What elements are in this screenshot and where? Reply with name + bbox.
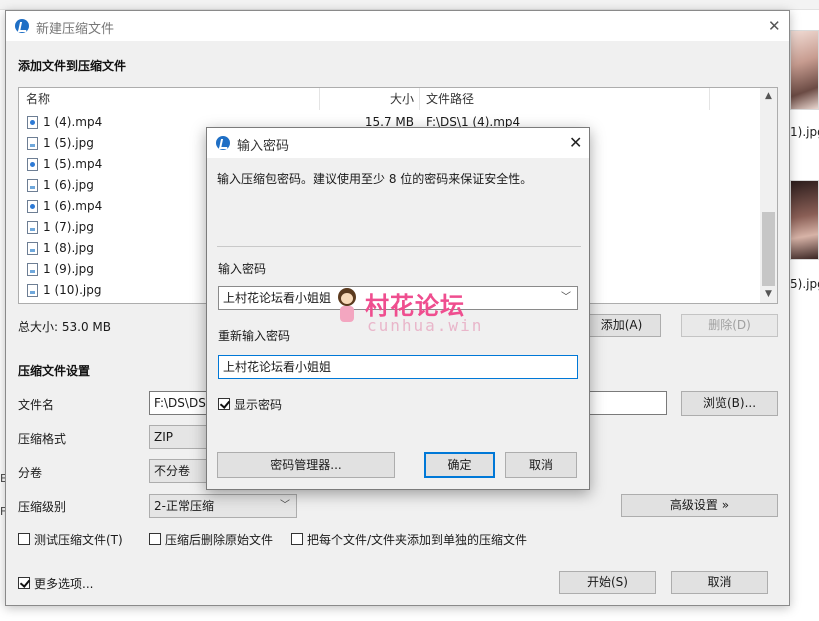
image-file-icon	[27, 137, 38, 150]
ok-button[interactable]: 确定	[424, 452, 495, 478]
start-button[interactable]: 开始(S)	[559, 571, 656, 594]
watermark-logo: 村花论坛 cunhua.win	[333, 284, 493, 338]
delete-after-label[interactable]: 压缩后删除原始文件	[165, 531, 273, 548]
image-file-icon	[27, 284, 38, 297]
separate-archives-checkbox[interactable]	[291, 533, 303, 545]
separate-archives-label[interactable]: 把每个文件/文件夹添加到单独的压缩文件	[307, 531, 527, 548]
file-name: 1 (5).jpg	[43, 136, 94, 150]
total-size: 总大小: 53.0 MB	[18, 320, 111, 334]
video-file-icon	[27, 200, 38, 213]
thumbnail-label: 5).jpg	[790, 277, 819, 291]
level-label: 压缩级别	[18, 500, 67, 514]
file-name: 1 (4).mp4	[43, 115, 103, 129]
reenter-password-label: 重新输入密码	[218, 329, 291, 343]
format-label: 压缩格式	[18, 432, 67, 446]
filename-label: 文件名	[18, 398, 55, 412]
close-icon[interactable]: ✕	[569, 135, 582, 151]
test-archive-label[interactable]: 测试压缩文件(T)	[34, 531, 123, 548]
image-file-icon	[27, 179, 38, 192]
watermark-url: cunhua.win	[367, 316, 484, 335]
column-header-name[interactable]: 名称	[26, 88, 50, 110]
password-label: 输入密码	[218, 262, 267, 276]
image-file-icon	[27, 221, 38, 234]
app-logo-icon	[15, 19, 29, 33]
photo-thumbnail[interactable]	[790, 30, 819, 110]
reenter-password-value: 上村花论坛看小姐姐	[223, 360, 332, 374]
cancel-button[interactable]: 取消	[671, 571, 768, 594]
divider	[217, 246, 581, 247]
settings-heading: 压缩文件设置	[18, 364, 91, 378]
file-name: 1 (6).jpg	[43, 178, 94, 192]
test-archive-checkbox[interactable]	[18, 533, 30, 545]
dialog-title: 输入密码	[237, 139, 290, 154]
cartoon-girl-icon	[335, 288, 359, 330]
delete-button[interactable]: 删除(D)	[681, 314, 778, 337]
video-file-icon	[27, 116, 38, 129]
image-file-icon	[27, 242, 38, 255]
scrollbar-thumb[interactable]	[762, 212, 775, 286]
scroll-down-icon[interactable]: ▼	[760, 286, 777, 303]
column-divider[interactable]	[319, 88, 320, 110]
password-manager-button[interactable]: 密码管理器...	[217, 452, 395, 478]
show-password-label[interactable]: 显示密码	[234, 396, 282, 413]
password-hint: 输入压缩包密码。建议使用至少 8 位的密码来保证安全性。	[217, 172, 533, 186]
add-button[interactable]: 添加(A)	[582, 314, 661, 337]
browse-button[interactable]: 浏览(B)...	[681, 391, 778, 416]
close-icon[interactable]: ✕	[768, 18, 781, 34]
explorer-address-bar	[0, 0, 819, 10]
level-select[interactable]: 2-正常压缩 ﹀	[149, 494, 297, 518]
add-files-heading: 添加文件到压缩文件	[18, 59, 127, 73]
title-bar: 新建压缩文件 ✕	[6, 11, 789, 41]
column-header-path[interactable]: 文件路径	[426, 88, 474, 110]
password-value: 上村花论坛看小姐姐	[223, 291, 332, 305]
photo-thumbnail[interactable]	[790, 180, 819, 260]
file-name: 1 (7).jpg	[43, 220, 94, 234]
video-file-icon	[27, 158, 38, 171]
file-name: 1 (8).jpg	[43, 241, 94, 255]
dialog-cancel-button[interactable]: 取消	[505, 452, 577, 478]
column-divider[interactable]	[419, 88, 420, 110]
format-value: ZIP	[154, 430, 173, 444]
split-value: 不分卷	[154, 464, 191, 478]
column-divider[interactable]	[709, 88, 710, 110]
file-name: 1 (9).jpg	[43, 262, 94, 276]
show-password-checkbox[interactable]	[218, 398, 230, 410]
level-value: 2-正常压缩	[154, 499, 214, 513]
image-file-icon	[27, 263, 38, 276]
advanced-settings-button[interactable]: 高级设置 »	[621, 494, 778, 517]
file-name: 1 (10).jpg	[43, 283, 102, 297]
file-name: 1 (5).mp4	[43, 157, 103, 171]
chevron-down-icon: ﹀	[280, 500, 290, 511]
more-options-checkbox[interactable]	[18, 577, 30, 589]
chevron-down-icon[interactable]: ﹀	[561, 287, 571, 309]
split-label: 分卷	[18, 466, 43, 480]
more-options-label[interactable]: 更多选项...	[34, 575, 93, 592]
thumbnail-label: 1).jpg	[790, 125, 819, 139]
app-logo-icon	[216, 136, 230, 150]
vertical-scrollbar[interactable]: ▲ ▼	[760, 88, 777, 303]
title-bar: 输入密码 ✕	[207, 128, 589, 158]
scroll-up-icon[interactable]: ▲	[760, 88, 777, 105]
column-header-size[interactable]: 大小	[390, 88, 414, 110]
window-title: 新建压缩文件	[36, 22, 115, 37]
reenter-password-input[interactable]: 上村花论坛看小姐姐	[218, 355, 578, 379]
file-name: 1 (6).mp4	[43, 199, 103, 213]
delete-after-checkbox[interactable]	[149, 533, 161, 545]
